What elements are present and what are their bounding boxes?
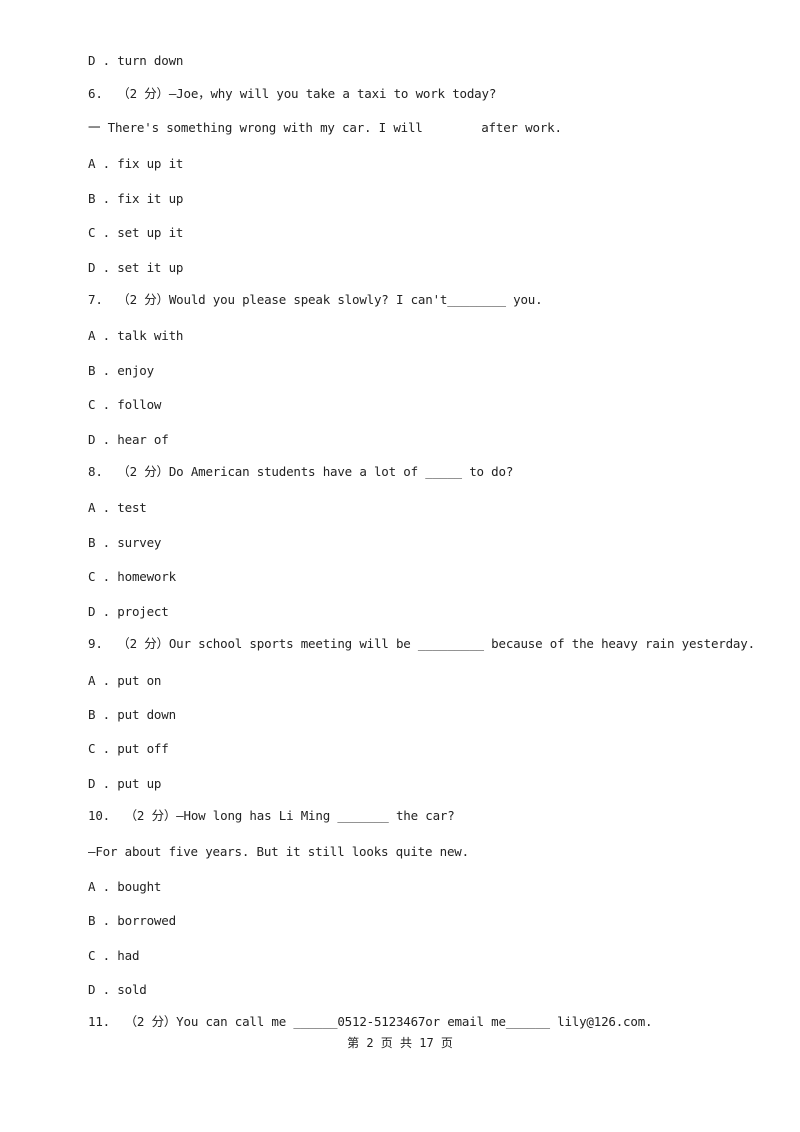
option-7d: D . hear of xyxy=(88,432,169,447)
option-7b: B . enjoy xyxy=(88,363,154,378)
option-10c: C . had xyxy=(88,948,140,963)
option-6d: D . set it up xyxy=(88,260,184,275)
question-8: 8. （2 分）Do American students have a lot … xyxy=(88,464,514,479)
question-7: 7. （2 分）Would you please speak slowly? I… xyxy=(88,292,543,307)
question-10-cont: —For about five years. But it still look… xyxy=(88,844,469,859)
option-6a: A . fix up it xyxy=(88,156,184,171)
page-footer: 第 2 页 共 17 页 xyxy=(347,1036,453,1050)
option-8b: B . survey xyxy=(88,535,162,550)
option-5d: D . turn down xyxy=(88,53,184,68)
option-10b: B . borrowed xyxy=(88,913,176,928)
option-9a: A . put on xyxy=(88,673,162,688)
option-9d: D . put up xyxy=(88,776,162,791)
option-10a: A . bought xyxy=(88,879,162,894)
option-7a: A . talk with xyxy=(88,328,184,343)
option-8c: C . homework xyxy=(88,569,176,584)
question-11: 11. （2 分）You can call me ______0512-5123… xyxy=(88,1014,653,1029)
option-9c: C . put off xyxy=(88,741,169,756)
option-10d: D . sold xyxy=(88,982,147,997)
question-10: 10. （2 分）—How long has Li Ming _______ t… xyxy=(88,808,455,823)
option-7c: C . follow xyxy=(88,397,162,412)
question-9: 9. （2 分）Our school sports meeting will b… xyxy=(88,636,755,651)
option-6c: C . set up it xyxy=(88,225,184,240)
option-6b: B . fix it up xyxy=(88,191,184,206)
question-6-cont: 一 There's something wrong with my car. I… xyxy=(88,120,562,135)
question-6: 6. （2 分）—Joe，why will you take a taxi to… xyxy=(88,86,497,101)
option-8a: A . test xyxy=(88,500,147,515)
option-8d: D . project xyxy=(88,604,169,619)
option-9b: B . put down xyxy=(88,707,176,722)
